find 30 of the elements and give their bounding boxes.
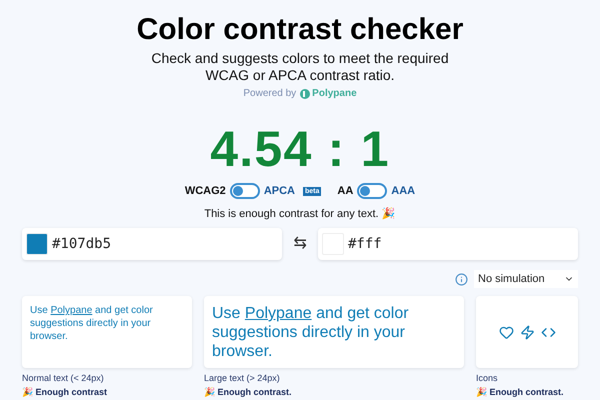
toggle-label: WCAG2 — [184, 184, 226, 199]
toggle-label: AA — [337, 184, 354, 199]
page-title: Color contrast checker — [136, 12, 464, 48]
color-swatch[interactable] — [26, 233, 48, 255]
powered-by-text: Powered by — [243, 87, 296, 101]
swap-button[interactable]: ⇆ — [292, 232, 308, 256]
polypane-link[interactable]: Polypane — [50, 305, 92, 316]
contrast-result: 🎉 Enough contrast. — [204, 386, 292, 399]
contrast-message: This is enough contrast for any text. 🎉 — [204, 206, 396, 222]
preview-text: Use Polypane and get color suggestions directly in your browser. — [29, 304, 154, 344]
color-field[interactable]: #fff — [318, 228, 578, 260]
toggle-switch[interactable] — [357, 183, 388, 200]
polypane-link[interactable]: Polypane — [244, 305, 312, 322]
contrast-result: 🎉 Enough contrast. — [476, 386, 564, 399]
toggle-label: AAA — [391, 184, 416, 199]
lightning-icon — [520, 324, 534, 340]
preview-label: Icons — [476, 372, 499, 385]
contrast-result: 🎉 Enough contrast — [22, 386, 108, 399]
preview-label: Normal text (< 24px) — [22, 372, 105, 385]
preview-text: Use Polypane and get color suggestions directly in your browser. — [211, 304, 410, 361]
info-icon[interactable] — [455, 272, 468, 286]
color-field[interactable]: #107db5 — [22, 228, 282, 260]
simulation-select[interactable]: No simulation — [474, 270, 578, 288]
toggle-label: APCA — [264, 184, 295, 199]
page-subtitle: Check and suggests colors to meet the required WCAG or APCA contrast ratio. — [150, 50, 450, 84]
polypane-logo-icon — [300, 88, 310, 98]
toggle-switch[interactable] — [230, 183, 260, 200]
contrast-ratio: 4.54 : 1 — [210, 121, 390, 177]
preview-label: Large text (> 24px) — [204, 372, 281, 385]
heart-icon — [498, 324, 514, 340]
